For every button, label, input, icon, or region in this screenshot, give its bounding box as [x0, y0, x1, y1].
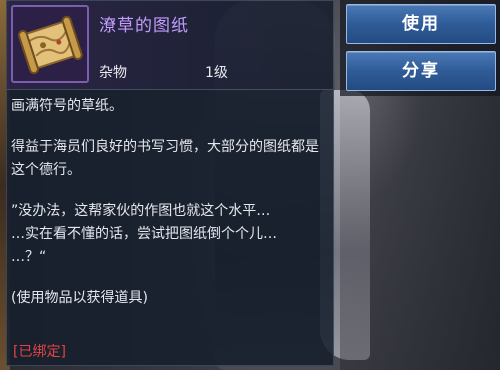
- item-header: 潦草的图纸 杂物 1级: [7, 1, 333, 89]
- divider: [7, 89, 333, 90]
- use-button[interactable]: 使用: [346, 4, 496, 44]
- share-button[interactable]: 分享: [346, 51, 496, 91]
- description-line: 得益于海员们良好的书写习惯，大部分的图纸都是这个德行。: [11, 139, 319, 178]
- item-name: 潦草的图纸: [99, 16, 189, 36]
- item-level: 1级: [205, 65, 228, 81]
- description-line: 画满符号的草纸。: [11, 98, 123, 114]
- item-tooltip: 潦草的图纸 杂物 1级 画满符号的草纸。 得益于海员们良好的书写习惯，大部分的图…: [6, 0, 334, 366]
- description-usage-hint: (使用物品以获得道具): [11, 290, 148, 306]
- item-description: 画满符号的草纸。 得益于海员们良好的书写习惯，大部分的图纸都是这个德行。 ”没办…: [11, 95, 329, 310]
- bound-status-label: [已绑定]: [13, 344, 66, 360]
- description-quote: ”没办法，这帮家伙的作图也就这个水平… …实在看不懂的话，尝试把图纸倒个个儿… …: [11, 203, 277, 265]
- scroll-map-icon: [11, 5, 89, 83]
- item-type: 杂物: [99, 65, 127, 81]
